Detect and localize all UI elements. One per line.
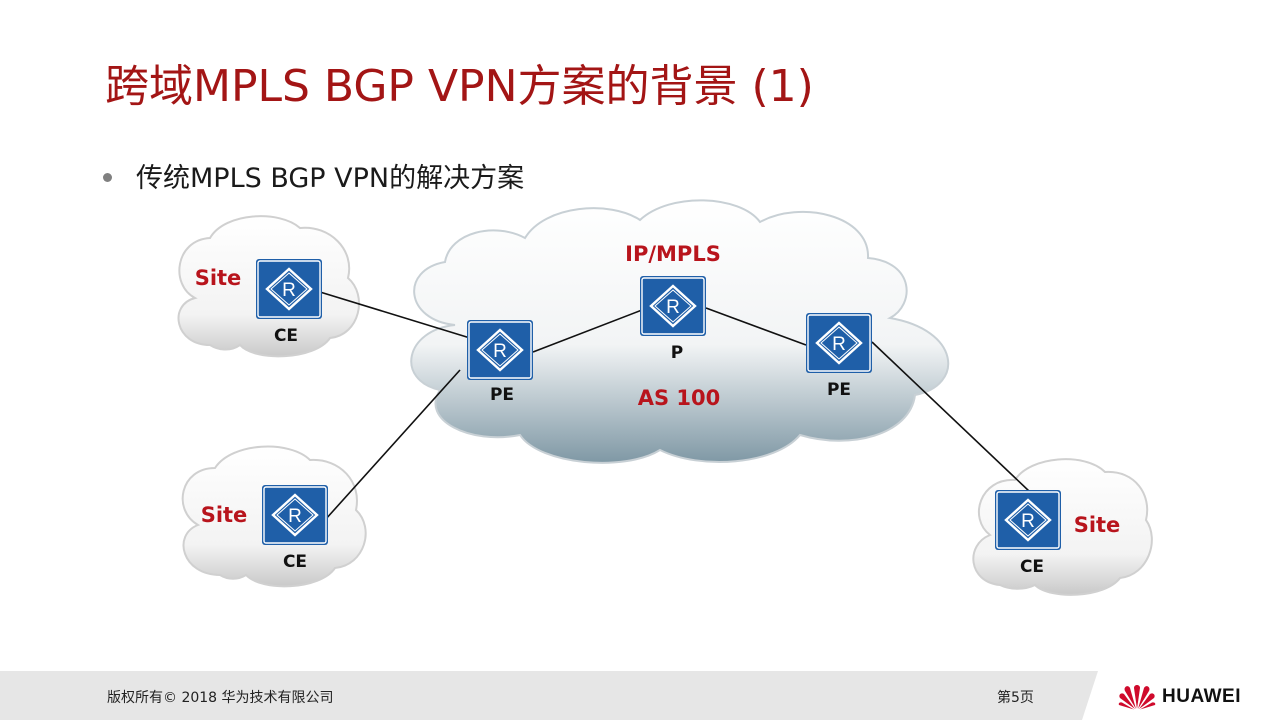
label-pe-left: PE <box>489 385 515 405</box>
label-pe-right: PE <box>826 380 852 400</box>
router-letter: R <box>666 297 680 318</box>
router-letter: R <box>288 506 302 527</box>
router-pe-right-icon[interactable]: R <box>806 313 872 373</box>
label-site-bottom-left: Site <box>200 503 248 527</box>
label-p-core: P <box>670 343 684 363</box>
router-p-core-icon[interactable]: R <box>640 276 706 336</box>
router-ce-right-icon[interactable]: R <box>995 490 1061 550</box>
label-ce-bottom-left: CE <box>282 552 308 572</box>
router-letter: R <box>282 280 296 301</box>
label-ce-right: CE <box>1019 557 1045 577</box>
network-diagram: R R R R R R CE CE PE P PE CE IP/MPLS AS … <box>0 0 1280 720</box>
router-letter: R <box>1021 511 1035 532</box>
router-ce-bottom-left-icon[interactable]: R <box>262 485 328 545</box>
brand-name: HUAWEI <box>1162 686 1241 707</box>
label-ce-top-left: CE <box>273 326 299 346</box>
router-letter: R <box>832 334 846 355</box>
router-letter: R <box>493 341 507 362</box>
label-as: AS 100 <box>637 386 721 410</box>
router-pe-left-icon[interactable]: R <box>467 320 533 380</box>
footer-copyright: 版权所有© 2018 华为技术有限公司 <box>107 690 334 706</box>
link-ce-bottom-left-pe-left <box>324 369 461 521</box>
diagram-canvas <box>177 199 1153 596</box>
label-site-right: Site <box>1073 513 1121 537</box>
label-site-top-left: Site <box>194 266 242 290</box>
footer-page-number: 第5页 <box>997 690 1034 706</box>
label-backbone: IP/MPLS <box>625 242 721 266</box>
huawei-logo-icon <box>1118 685 1156 710</box>
router-ce-top-left-icon[interactable]: R <box>256 259 322 319</box>
